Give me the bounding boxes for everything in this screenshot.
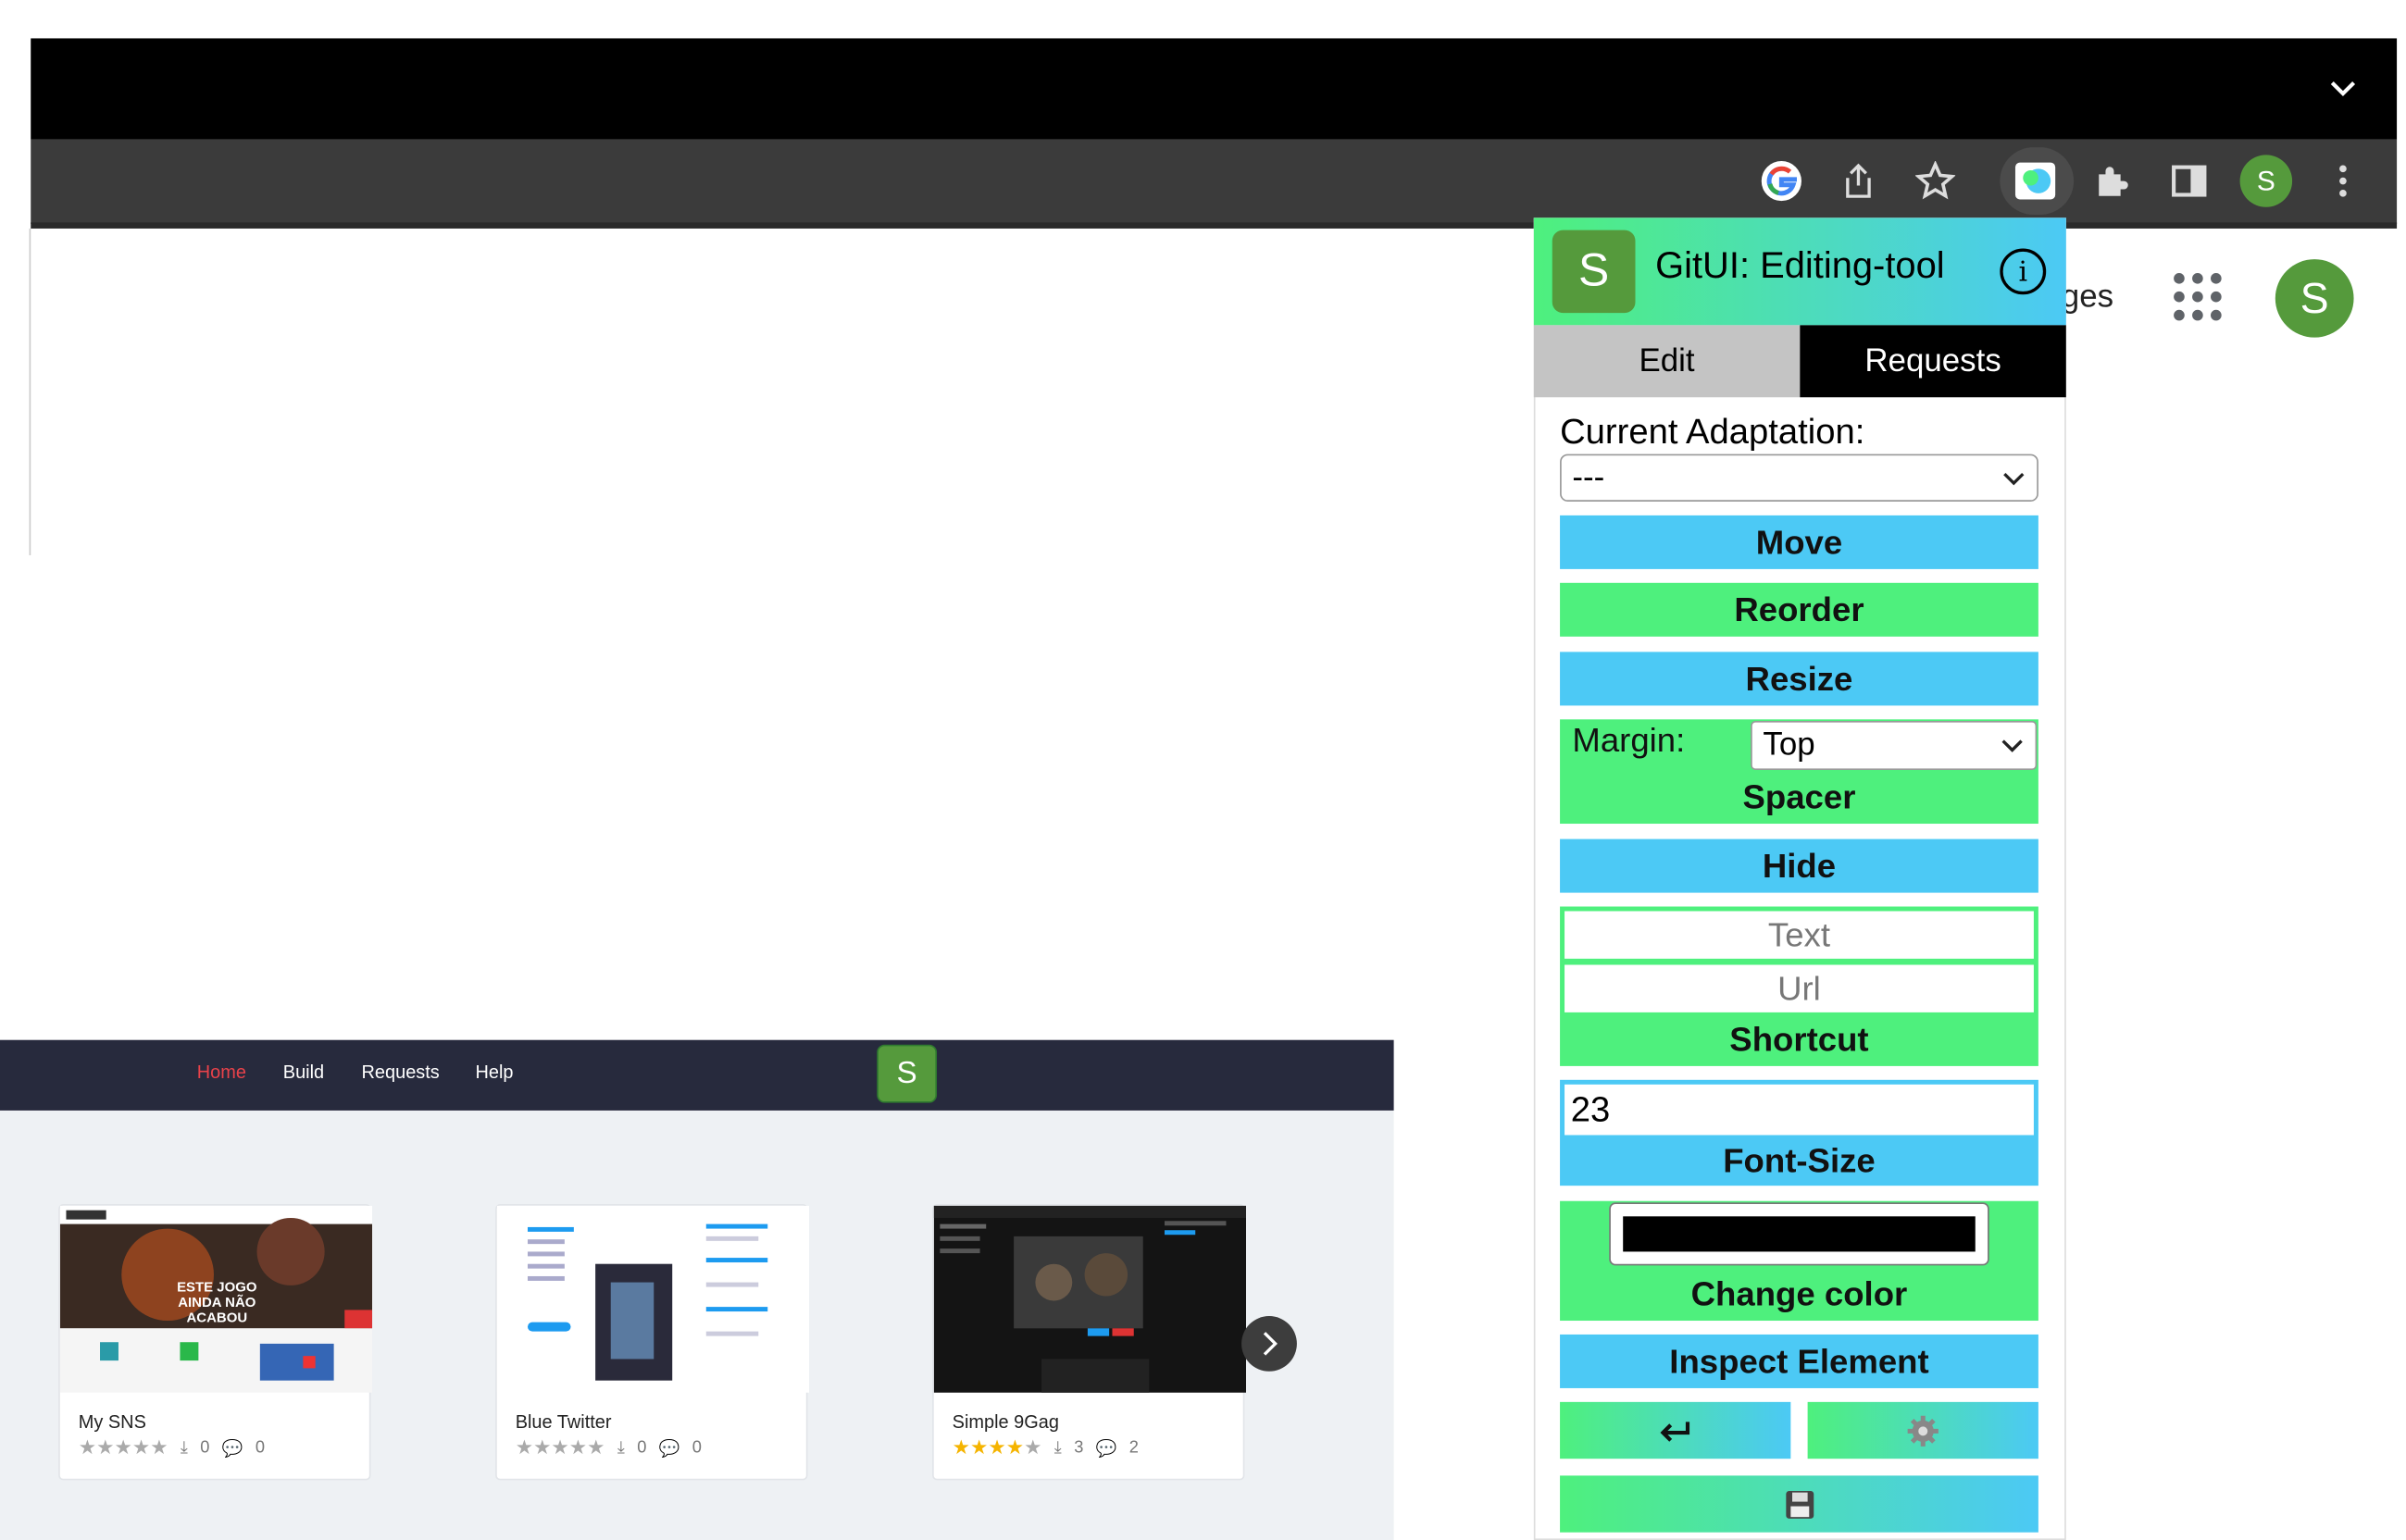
spacer-button[interactable]: Spacer [1560, 772, 2038, 824]
kebab-menu-icon[interactable] [2317, 155, 2370, 206]
panel-logo-initial: S [1577, 245, 1610, 296]
nav-avatar-initial: S [896, 1056, 917, 1090]
info-icon[interactable]: i [2000, 248, 2047, 295]
nav-requests-link[interactable]: Requests [362, 1062, 440, 1083]
resize-button[interactable]: Resize [1560, 652, 2038, 706]
download-icon: ⤓ [617, 1437, 625, 1457]
nav-build-link[interactable]: Build [283, 1062, 324, 1083]
rating-stars: ★★★★★ [515, 1435, 605, 1459]
app-card-blue-twitter[interactable]: Blue Twitter ★★★★★ ⤓ 0 💬 0 [495, 1204, 810, 1481]
header-link-partial[interactable]: ges [2062, 279, 2113, 317]
color-picker[interactable] [1609, 1202, 1989, 1266]
adaptation-select-value: --- [1572, 459, 1605, 495]
comment-count: 0 [692, 1438, 702, 1458]
tab-requests[interactable]: Requests [1800, 325, 2066, 398]
margin-select[interactable]: Top [1751, 720, 2038, 771]
tab-edit[interactable]: Edit [1533, 325, 1801, 398]
card-thumbnail [933, 1205, 1247, 1393]
apps-grid-icon[interactable] [2174, 273, 2223, 322]
settings-button[interactable] [1807, 1401, 2038, 1459]
browser-tab-strip [31, 38, 2398, 140]
font-size-button[interactable]: Font-Size [1560, 1135, 2038, 1186]
google-account-avatar[interactable]: S [2275, 259, 2354, 338]
reorder-button[interactable]: Reorder [1560, 582, 2038, 637]
nav-help-link[interactable]: Help [475, 1062, 513, 1083]
download-count: 3 [1074, 1438, 1084, 1458]
page-edge [29, 228, 31, 555]
card-title: Blue Twitter [515, 1410, 612, 1434]
comment-count: 0 [255, 1438, 266, 1458]
comment-icon: 💬 [1095, 1439, 1117, 1459]
thumbnail-caption: ESTE JOGO AINDA NÃO ACABOU [177, 1279, 257, 1325]
download-icon: ⤓ [180, 1437, 188, 1457]
change-color-button[interactable]: Change color [1560, 1269, 2038, 1320]
card-meta: ★★★★★ ⤓ 0 💬 0 [516, 1435, 702, 1460]
shortcut-text-input[interactable]: Text [1565, 911, 2034, 959]
tab-list-chevron-icon[interactable] [2329, 79, 2357, 106]
app-card-my-sns[interactable]: ESTE JOGO AINDA NÃO ACABOU My SNS ★★★★★ … [58, 1204, 373, 1481]
chevron-right-icon [1263, 1332, 1278, 1356]
shortcut-url-input[interactable]: Url [1565, 964, 2034, 1012]
comment-icon: 💬 [221, 1439, 243, 1459]
rating-stars: ★★★★★ [952, 1435, 1042, 1459]
nav-home-link[interactable]: Home [197, 1062, 246, 1083]
sidepanel-icon[interactable] [2163, 155, 2215, 206]
puzzle-icon[interactable] [2086, 155, 2138, 206]
card-meta: ★★★★★ ⤓ 3 💬 2 [953, 1435, 1139, 1460]
profile-icon[interactable]: S [2239, 155, 2293, 207]
nav-user-avatar[interactable]: S [877, 1044, 938, 1103]
margin-label: Margin: [1572, 720, 1686, 760]
app-card-simple-9gag[interactable]: Simple 9Gag ★★★★★ ⤓ 3 💬 2 [932, 1204, 1247, 1481]
comment-count: 2 [1128, 1438, 1139, 1458]
download-count: 0 [200, 1438, 210, 1458]
download-count: 0 [637, 1438, 647, 1458]
card-title: My SNS [78, 1410, 146, 1434]
current-adaptation-label: Current Adaptation: [1560, 411, 1865, 452]
card-thumbnail [496, 1205, 810, 1393]
chevron-down-icon [2003, 466, 2025, 491]
star-icon[interactable] [1909, 155, 1962, 206]
color-swatch [1623, 1216, 1976, 1252]
card-thumbnail: ESTE JOGO AINDA NÃO ACABOU [59, 1205, 373, 1393]
google-icon[interactable] [1755, 155, 1808, 206]
adaptation-select[interactable]: --- [1560, 453, 2038, 502]
card-meta: ★★★★★ ⤓ 0 💬 0 [79, 1435, 265, 1460]
inspect-element-button[interactable]: Inspect Element [1560, 1334, 2038, 1388]
font-size-input[interactable]: 23 [1565, 1084, 2034, 1136]
panel-logo: S [1552, 230, 1636, 314]
shortcut-button[interactable]: Shortcut [1560, 1014, 2038, 1065]
profile-initial: S [2256, 165, 2275, 196]
panel-title: GitUI: Editing-tool [1655, 245, 1945, 287]
move-button[interactable]: Move [1560, 515, 2038, 569]
undo-arrow-icon [1660, 1421, 1690, 1441]
share-icon[interactable] [1832, 155, 1885, 206]
undo-button[interactable] [1560, 1401, 1791, 1459]
gear-icon [1907, 1414, 1939, 1447]
chevron-down-icon [2001, 733, 2023, 758]
margin-select-value: Top [1763, 727, 1815, 763]
save-button[interactable] [1560, 1475, 2038, 1533]
carousel-next-button[interactable] [1241, 1316, 1297, 1372]
card-title: Simple 9Gag [952, 1410, 1059, 1434]
floppy-disk-icon [1785, 1490, 1814, 1518]
screen: S ges S Home Build Requests Help S ESTE … [0, 0, 2406, 1540]
extension-gitui-icon[interactable] [2009, 155, 2062, 206]
rating-stars: ★★★★★ [78, 1435, 168, 1459]
avatar-initial: S [2300, 273, 2329, 322]
comment-icon: 💬 [658, 1439, 680, 1459]
hide-button[interactable]: Hide [1560, 838, 2038, 893]
download-icon: ⤓ [1053, 1437, 1062, 1457]
